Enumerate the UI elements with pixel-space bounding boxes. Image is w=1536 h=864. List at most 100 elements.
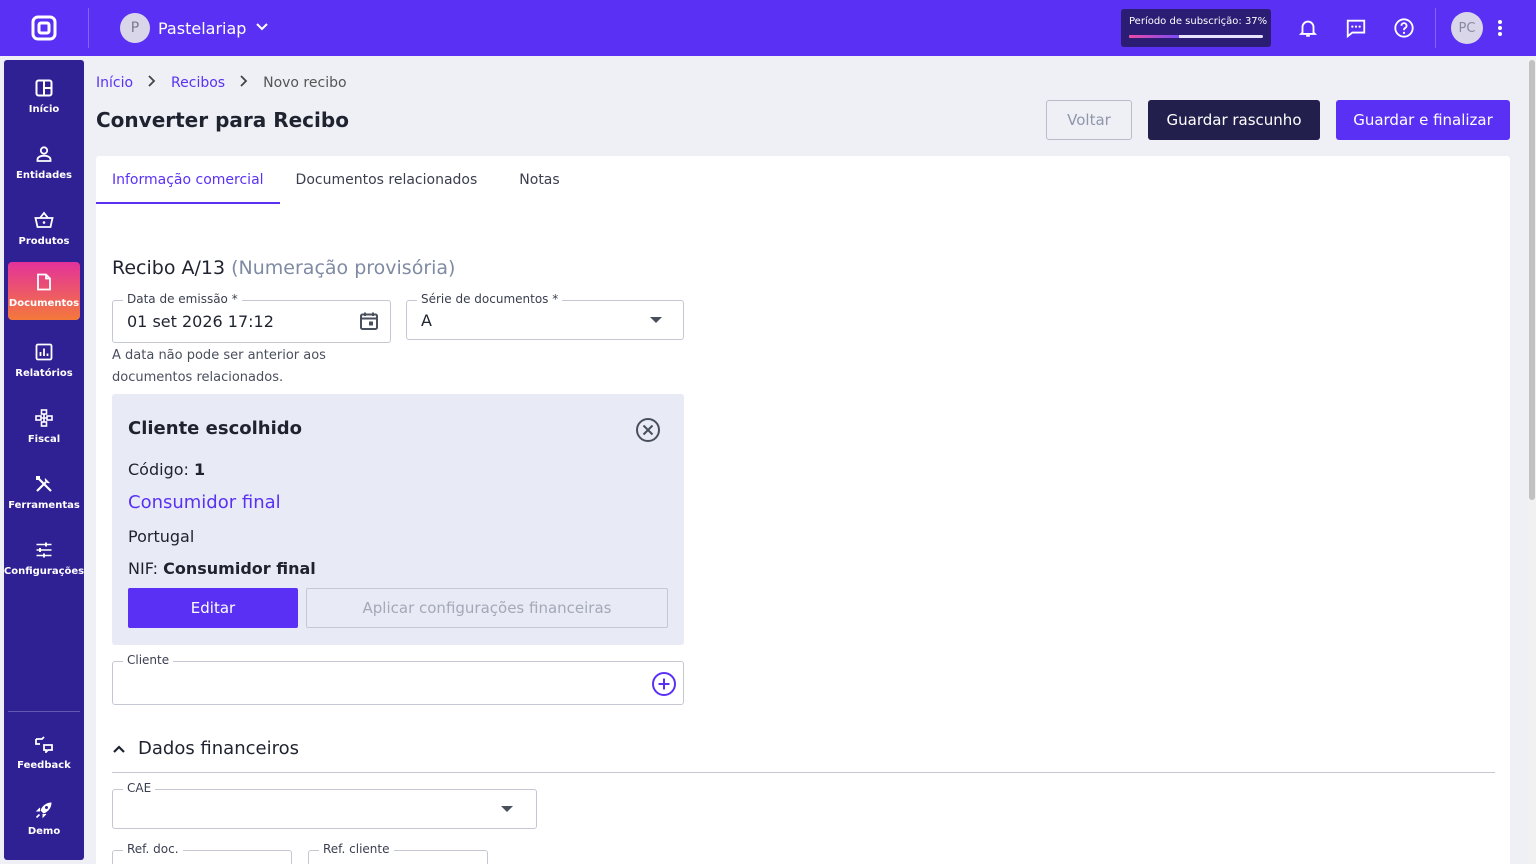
sidebar-item-demo[interactable]: Demo: [8, 790, 80, 848]
tab-bar: Informação comercial Documentos relacion…: [96, 156, 576, 204]
selected-client-panel: Cliente escolhido Código: 1 Consumidor f…: [112, 394, 684, 645]
rocket-icon: [34, 800, 54, 820]
back-button[interactable]: Voltar: [1046, 100, 1132, 140]
cae-select[interactable]: CAE: [112, 781, 537, 829]
ref-client-label: Ref. cliente: [319, 842, 394, 856]
sidebar-item-configuracoes[interactable]: Configurações: [4, 530, 84, 588]
page-scrollbar-thumb[interactable]: [1529, 60, 1535, 500]
breadcrumb-receipts-link[interactable]: Recibos: [171, 75, 225, 91]
tab-related-documents[interactable]: Documentos relacionados: [280, 156, 494, 204]
section-divider: [112, 772, 1495, 773]
document-icon: [34, 272, 54, 292]
hierarchy-icon: [34, 408, 54, 428]
breadcrumb-home-link[interactable]: Início: [96, 75, 133, 91]
top-divider: [1435, 8, 1436, 48]
chevron-up-icon: [112, 739, 126, 758]
sidebar-item-label: Documentos: [8, 298, 80, 309]
more-vertical-icon[interactable]: [1492, 14, 1508, 42]
subscription-status[interactable]: Período de subscrição: 37%: [1121, 9, 1271, 47]
save-finalize-button[interactable]: Guardar e finalizar: [1336, 100, 1510, 140]
sidebar-item-label: Produtos: [18, 236, 70, 247]
sliders-icon: [34, 540, 54, 560]
sidebar-item-label: Configurações: [3, 566, 85, 577]
top-divider: [88, 8, 89, 48]
sidebar-item-label: Relatórios: [15, 368, 73, 379]
client-nif-label: NIF:: [128, 559, 159, 578]
caret-down-icon: [645, 309, 667, 331]
save-draft-button[interactable]: Guardar rascunho: [1148, 100, 1320, 140]
ref-client-field[interactable]: Ref. cliente: [308, 842, 488, 864]
client-code-label: Código:: [128, 460, 189, 479]
chevron-down-icon: [254, 18, 270, 38]
sidebar-item-produtos[interactable]: Produtos: [8, 200, 80, 258]
top-bar: P Pastelariap Período de subscrição: 37%…: [0, 0, 1536, 56]
grid-icon: [34, 78, 54, 98]
chart-icon: [34, 342, 54, 362]
breadcrumb-current: Novo recibo: [263, 75, 347, 91]
client-country: Portugal: [128, 527, 195, 546]
sidebar-item-label: Entidades: [16, 170, 72, 181]
apply-financial-settings-button: Aplicar configurações financeiras: [306, 588, 668, 628]
client-field-label: Cliente: [123, 653, 174, 667]
selected-client-title: Cliente escolhido: [128, 418, 303, 439]
ref-doc-field[interactable]: Ref. doc.: [112, 842, 292, 864]
sidebar-item-ferramentas[interactable]: Ferramentas: [8, 464, 80, 522]
help-icon[interactable]: [1390, 14, 1418, 42]
sidebar-item-entidades[interactable]: Entidades: [8, 134, 80, 192]
subscription-text: Período de subscrição: 37%: [1129, 16, 1268, 27]
client-nif: NIF: Consumidor final: [128, 559, 316, 578]
basket-icon: [34, 210, 54, 230]
company-switcher[interactable]: P Pastelariap: [120, 13, 270, 43]
feedback-icon: [34, 734, 54, 754]
sidebar-item-documentos[interactable]: Documentos: [8, 262, 80, 320]
document-series-label: Série de documentos *: [417, 292, 563, 306]
edit-client-button[interactable]: Editar: [128, 588, 298, 628]
sidebar-item-inicio[interactable]: Início: [8, 68, 80, 126]
sidebar-item-fiscal[interactable]: Fiscal: [8, 398, 80, 456]
sidebar-item-label: Fiscal: [27, 434, 61, 445]
document-series-select[interactable]: Série de documentos * A: [406, 292, 684, 340]
breadcrumb: Início Recibos Novo recibo: [96, 75, 347, 91]
sidebar-divider: [8, 711, 80, 712]
close-circle-icon[interactable]: [634, 416, 662, 444]
chat-icon[interactable]: [1342, 14, 1370, 42]
user-avatar[interactable]: PC: [1451, 12, 1483, 44]
sidebar-item-label: Feedback: [17, 760, 71, 771]
financial-section-toggle[interactable]: Dados financeiros: [112, 738, 299, 759]
financial-section-title: Dados financeiros: [138, 738, 299, 759]
issue-date-value: 01 set 2026 17:12: [127, 312, 274, 331]
client-code: Código: 1: [128, 460, 205, 479]
date-hint: A data não pode ser anterior aos documen…: [112, 348, 326, 385]
sidebar-item-label: Ferramentas: [8, 500, 80, 511]
issue-date-label: Data de emissão *: [123, 292, 242, 306]
sidebar-item-label: Demo: [27, 826, 61, 837]
subscription-progress-bar: [1129, 35, 1263, 38]
app-logo-icon[interactable]: [30, 14, 58, 42]
chevron-right-icon: [239, 75, 249, 91]
company-name: Pastelariap: [158, 18, 247, 38]
issue-date-field[interactable]: Data de emissão * 01 set 2026 17:12: [112, 292, 391, 343]
bell-icon[interactable]: [1294, 14, 1322, 42]
client-nif-value: Consumidor final: [163, 559, 316, 578]
calendar-icon[interactable]: [358, 310, 380, 332]
client-code-value: 1: [194, 460, 206, 479]
provisional-note: (Numeração provisória): [231, 257, 456, 279]
tab-commercial-info[interactable]: Informação comercial: [96, 156, 280, 204]
document-title: Recibo A/13 (Numeração provisória): [112, 257, 455, 279]
tab-notes[interactable]: Notas: [493, 156, 575, 204]
ref-doc-label: Ref. doc.: [123, 842, 183, 856]
sidebar-item-relatorios[interactable]: Relatórios: [8, 332, 80, 390]
company-avatar: P: [120, 13, 150, 43]
client-name-link[interactable]: Consumidor final: [128, 492, 281, 513]
chevron-right-icon: [147, 75, 157, 91]
tools-icon: [34, 474, 54, 494]
person-icon: [34, 144, 54, 164]
cae-label: CAE: [123, 781, 156, 795]
client-field[interactable]: Cliente: [112, 653, 684, 705]
sidebar: Início Entidades Produtos Documentos Rel…: [4, 60, 84, 860]
sidebar-item-feedback[interactable]: Feedback: [8, 724, 80, 782]
add-circle-icon[interactable]: [651, 671, 677, 697]
sidebar-item-label: Início: [28, 104, 60, 115]
document-number: Recibo A/13: [112, 257, 226, 279]
subscription-progress-fill: [1129, 35, 1179, 38]
